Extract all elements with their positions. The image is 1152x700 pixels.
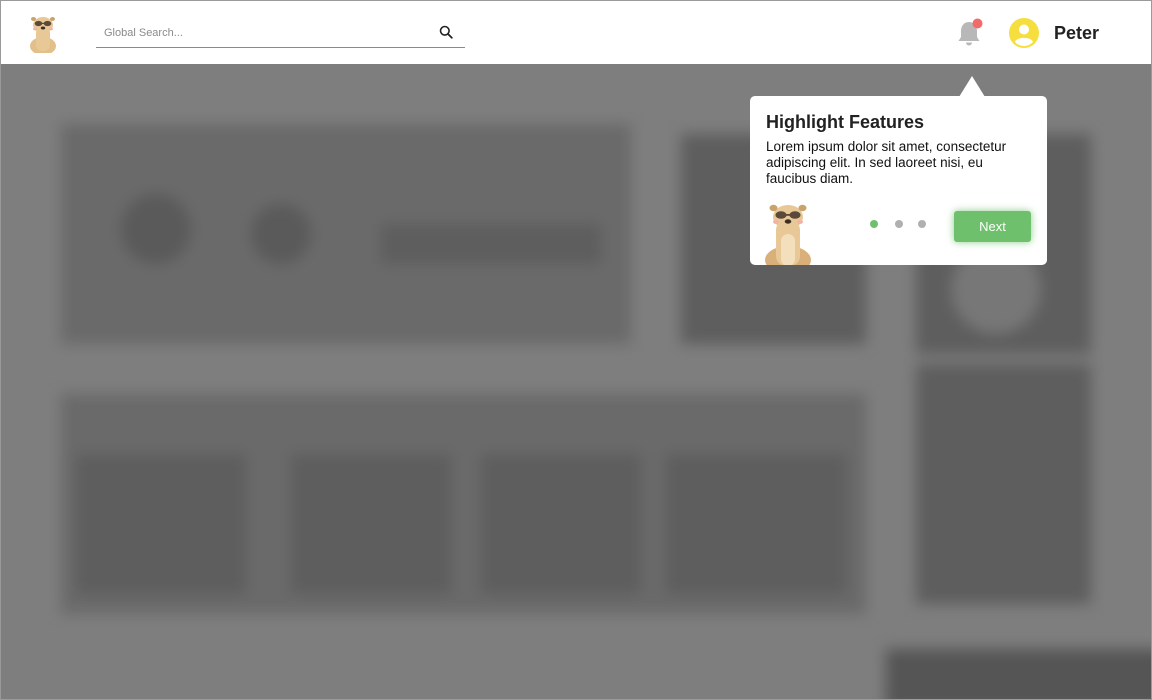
global-search-bar [96,20,465,48]
notifications-button[interactable] [956,18,984,48]
background-card [916,364,1091,604]
background-shape [76,454,246,594]
step-dot-2[interactable] [895,220,903,228]
background-shape [251,204,311,264]
background-shape [666,454,846,594]
background-shape [291,454,451,594]
search-icon[interactable] [439,25,453,39]
top-header-bar: Peter [1,1,1151,64]
step-dot-3[interactable] [918,220,926,228]
notification-badge [972,18,983,29]
feature-tour-tooltip: Highlight Features Lorem ipsum dolor sit… [750,96,1047,265]
bell-icon [958,18,983,46]
tooltip-arrow [959,76,985,97]
background-shape [121,194,191,264]
tooltip-title: Highlight Features [766,112,925,132]
meerkat-mascot-icon [764,200,812,265]
background-card [886,649,1151,699]
meerkat-logo-icon[interactable] [27,13,59,55]
user-avatar-icon[interactable] [1009,18,1039,48]
step-dot-1[interactable] [870,220,878,228]
global-search-input[interactable] [102,26,426,40]
user-name[interactable]: Peter [1054,23,1099,44]
background-shape [381,224,601,264]
background-shape [481,454,641,594]
tooltip-body: Lorem ipsum dolor sit amet, consectetur … [766,139,1007,186]
app-window: Peter Highlight Features Lorem ipsum dol… [0,0,1152,700]
next-button[interactable]: Next [954,211,1031,242]
